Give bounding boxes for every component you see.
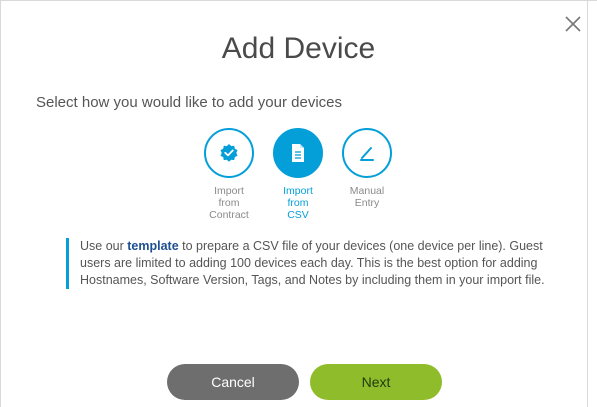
option-label-line: Import: [283, 185, 313, 197]
option-label-line: Import: [214, 185, 244, 197]
cancel-button[interactable]: Cancel: [167, 364, 299, 400]
next-button[interactable]: Next: [310, 364, 442, 400]
dialog-title: Add Device: [221, 32, 376, 65]
csv-instructions: Use our template to prepare a CSV file o…: [66, 238, 550, 289]
option-manual-entry[interactable]: Manual Entry: [335, 128, 399, 209]
option-circle: [204, 128, 254, 178]
option-label-line: from: [287, 197, 309, 209]
info-text-prefix: Use our: [80, 239, 128, 253]
document-icon: [292, 144, 304, 162]
template-link[interactable]: template: [127, 239, 178, 253]
option-label: Import from Contract: [197, 185, 261, 221]
close-icon: [565, 16, 581, 32]
option-circle: [342, 128, 392, 178]
option-circle: [273, 128, 323, 178]
dialog-subtitle: Select how you would like to add your de…: [36, 94, 343, 111]
close-button[interactable]: [563, 14, 583, 34]
option-label-line: CSV: [287, 209, 309, 221]
verified-badge-icon: [220, 144, 238, 162]
option-label-line: Manual: [349, 185, 385, 197]
option-import-from-csv[interactable]: Import from CSV: [266, 128, 330, 221]
dialog-top-border: [0, 0, 597, 1]
option-label-line: Contract: [209, 209, 249, 221]
option-label: Import from CSV: [266, 185, 330, 221]
pencil-icon: [360, 147, 374, 161]
option-label: Manual Entry: [335, 185, 399, 209]
option-label-line: Entry: [354, 197, 380, 209]
add-method-options: Import from Contract Import from CSV Man…: [0, 128, 597, 238]
option-import-from-contract[interactable]: Import from Contract: [197, 128, 261, 221]
option-label-line: from: [218, 197, 240, 209]
